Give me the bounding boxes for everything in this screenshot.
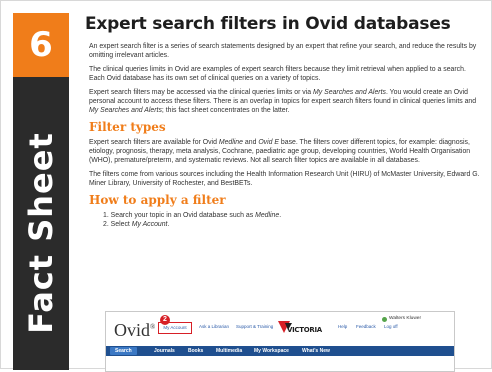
- page-title: Expert search filters in Ovid databases: [85, 14, 451, 34]
- text-run: 2. Select: [103, 221, 132, 228]
- feedback-link[interactable]: Feedback: [356, 324, 376, 329]
- text-run: 1. Search your topic in an Ovid database…: [103, 212, 256, 219]
- intro-paragraph-3: Expert search filters may be accessed vi…: [89, 88, 481, 115]
- tab-search[interactable]: Search: [110, 347, 137, 355]
- user-status-icon: [382, 317, 387, 322]
- text-run-italic: My Account: [131, 221, 168, 228]
- text-run: .: [167, 221, 170, 228]
- intro-paragraph-2: The clinical queries limits in Ovid are …: [89, 66, 466, 82]
- ovid-logo-text: Ovid: [114, 320, 150, 340]
- tab-my-workspace[interactable]: My Workspace: [254, 347, 289, 355]
- text-run: and: [242, 139, 259, 146]
- how-to-heading: How to apply a filter: [89, 193, 226, 207]
- text-run: ; this fact sheet concentrates on the la…: [161, 107, 290, 114]
- tab-whats-new[interactable]: What's New: [302, 347, 330, 355]
- intro-paragraph-1: An expert search filter is a series of s…: [89, 43, 477, 59]
- filter-types-paragraph-2: The filters come from various sources in…: [89, 171, 480, 187]
- step-2: 2. Select My Account.: [103, 220, 481, 229]
- victoria-logo-text: VICTORIA: [287, 326, 322, 334]
- ovid-logo: Ovid®: [114, 320, 155, 341]
- registered-mark: ®: [150, 323, 156, 331]
- text-run-italic: My Searches and Alerts: [313, 89, 386, 96]
- fact-sheet-label: Fact Sheet: [22, 132, 60, 334]
- text-run-italic: Medline: [255, 212, 280, 219]
- fact-sheet-number: 6: [13, 13, 69, 77]
- ovid-screenshot: Ovid® 2 My Account Ask a Librarian Suppo…: [105, 311, 455, 372]
- ask-librarian-link[interactable]: Ask a Librarian: [199, 324, 229, 329]
- tab-multimedia[interactable]: Multimedia: [216, 347, 242, 355]
- tab-books[interactable]: Books: [188, 347, 203, 355]
- text-run-italic: Ovid E: [258, 139, 279, 146]
- text-run: Expert search filters may be accessed vi…: [89, 89, 314, 96]
- filter-types-paragraph-1: Expert search filters are available for …: [89, 138, 481, 165]
- my-account-link[interactable]: My Account: [158, 322, 192, 334]
- tab-journals[interactable]: Journals: [154, 347, 175, 355]
- main-content: Expert search filters in Ovid databases …: [85, 13, 481, 229]
- filter-types-heading: Filter types: [89, 120, 166, 134]
- fact-sheet-sidebar: 6 Fact Sheet: [13, 13, 69, 370]
- fact-sheet-page: 6 Fact Sheet Expert search filters in Ov…: [0, 0, 492, 372]
- logoff-link[interactable]: Log off: [384, 324, 398, 329]
- step-1: 1. Search your topic in an Ovid database…: [103, 211, 481, 220]
- text-run-italic: Medline: [218, 139, 243, 146]
- support-training-link[interactable]: Support & Training: [236, 324, 273, 329]
- help-link[interactable]: Help: [338, 324, 347, 329]
- user-name: Walters Kluwer: [389, 316, 422, 321]
- text-run: .: [279, 212, 282, 219]
- text-run: Expert search filters are available for …: [89, 139, 219, 146]
- text-run-italic: My Searches and Alerts: [89, 107, 162, 114]
- steps-list: 1. Search your topic in an Ovid database…: [103, 211, 481, 229]
